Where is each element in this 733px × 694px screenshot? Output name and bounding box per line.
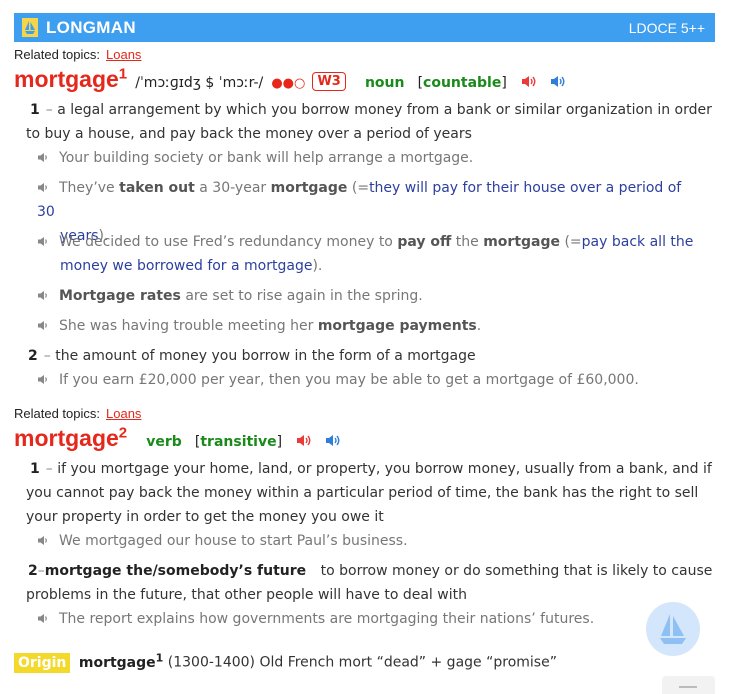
definition-line: the amount of money you borrow in the fo… xyxy=(55,348,476,364)
sense-definition: 1– a legal arrangement by which you borr… xyxy=(26,102,712,142)
headword: mortgage2 xyxy=(14,424,128,451)
entry-head: mortgage2 verb [transitive] xyxy=(14,425,340,455)
ship-logo-icon xyxy=(22,18,38,37)
homograph-number: 2 xyxy=(118,424,128,442)
related-topics: Related topics: Loans xyxy=(14,406,141,421)
grammar-label: [countable] xyxy=(417,75,507,91)
dictionary-header: LONGMAN LDOCE 5++ xyxy=(14,13,715,42)
american-audio-icon[interactable] xyxy=(550,75,565,88)
entry-head: mortgage1 /ˈmɔːɡɪdʒ $ ˈmɔːr-/ ●●○ W3 nou… xyxy=(14,66,565,96)
origin-line: Origin mortgage1 (1300-1400) Old French … xyxy=(14,651,557,673)
edition-label: LDOCE 5++ xyxy=(628,20,705,36)
example-audio-icon[interactable] xyxy=(37,236,49,247)
example-sentence: If you earn £20,000 per year, then you m… xyxy=(37,368,697,392)
definition-line: a legal arrangement by which you borrow … xyxy=(57,102,712,118)
example-sentence: She was having trouble meeting her mortg… xyxy=(37,314,697,338)
example-audio-icon[interactable] xyxy=(37,374,49,385)
definition-line: your property in order to get the money … xyxy=(26,509,384,525)
american-audio-icon[interactable] xyxy=(325,434,340,447)
sense-number: 2 xyxy=(28,348,38,364)
definition-line: to buy a house, and pay back the money o… xyxy=(26,126,472,142)
sense-definition: 2– the amount of money you borrow in the… xyxy=(28,348,476,364)
example-sentence: We decided to use Fred’s redundancy mone… xyxy=(37,230,697,278)
example-sentence: We mortgaged our house to start Paul’s b… xyxy=(37,529,697,553)
sense-definition: 2–mortgage the/somebody’s future to borr… xyxy=(26,563,713,603)
frequency-dots: ●●○ xyxy=(271,76,306,91)
brand-title: LONGMAN xyxy=(46,18,136,37)
homograph-number: 1 xyxy=(118,65,128,83)
example-audio-icon[interactable] xyxy=(37,613,49,624)
phrase-label: mortgage the/somebody’s future xyxy=(44,563,307,579)
origin-badge: Origin xyxy=(14,652,71,673)
sense-definition: 1– if you mortgage your home, land, or p… xyxy=(26,461,712,525)
related-topics: Related topics: Loans xyxy=(14,47,141,62)
definition-line: to borrow money or do something that is … xyxy=(320,563,713,579)
related-topics-label: Related topics: xyxy=(14,47,100,62)
part-of-speech: verb xyxy=(146,434,182,450)
example-audio-icon[interactable] xyxy=(37,320,49,331)
example-sentence: Your building society or bank will help … xyxy=(37,146,697,170)
frequency-badge: W3 xyxy=(312,72,346,91)
british-audio-icon[interactable] xyxy=(296,434,311,447)
definition-line: if you mortgage your home, land, or prop… xyxy=(57,461,712,477)
related-topic-link[interactable]: Loans xyxy=(106,406,141,421)
headword: mortgage1 xyxy=(14,65,128,92)
british-audio-icon[interactable] xyxy=(521,75,536,88)
sense-number: 1 xyxy=(30,102,40,118)
definition-line: problems in the future, that other peopl… xyxy=(26,587,467,603)
related-topic-link[interactable]: Loans xyxy=(106,47,141,62)
pronunciation: /ˈmɔːɡɪdʒ $ ˈmɔːr-/ xyxy=(135,75,264,91)
related-topics-label: Related topics: xyxy=(14,406,100,421)
example-audio-icon[interactable] xyxy=(37,535,49,546)
scroll-menu-button[interactable] xyxy=(662,676,715,694)
example-sentence: Mortgage rates are set to rise again in … xyxy=(37,284,697,308)
sense-number: 1 xyxy=(30,461,40,477)
example-audio-icon[interactable] xyxy=(37,152,49,163)
ship-watermark-icon xyxy=(646,602,700,656)
example-sentence: The report explains how governments are … xyxy=(37,607,697,631)
definition-line: you cannot pay back the money within a p… xyxy=(26,485,699,501)
origin-word: mortgage1 xyxy=(78,651,164,671)
grammar-label: [transitive] xyxy=(194,434,283,450)
example-audio-icon[interactable] xyxy=(37,290,49,301)
example-audio-icon[interactable] xyxy=(37,182,49,193)
origin-text: (1300-1400) Old French mort “dead” + gag… xyxy=(167,654,557,671)
part-of-speech: noun xyxy=(364,75,405,91)
sense-number: 2 xyxy=(28,563,38,579)
menu-icon xyxy=(679,686,697,688)
